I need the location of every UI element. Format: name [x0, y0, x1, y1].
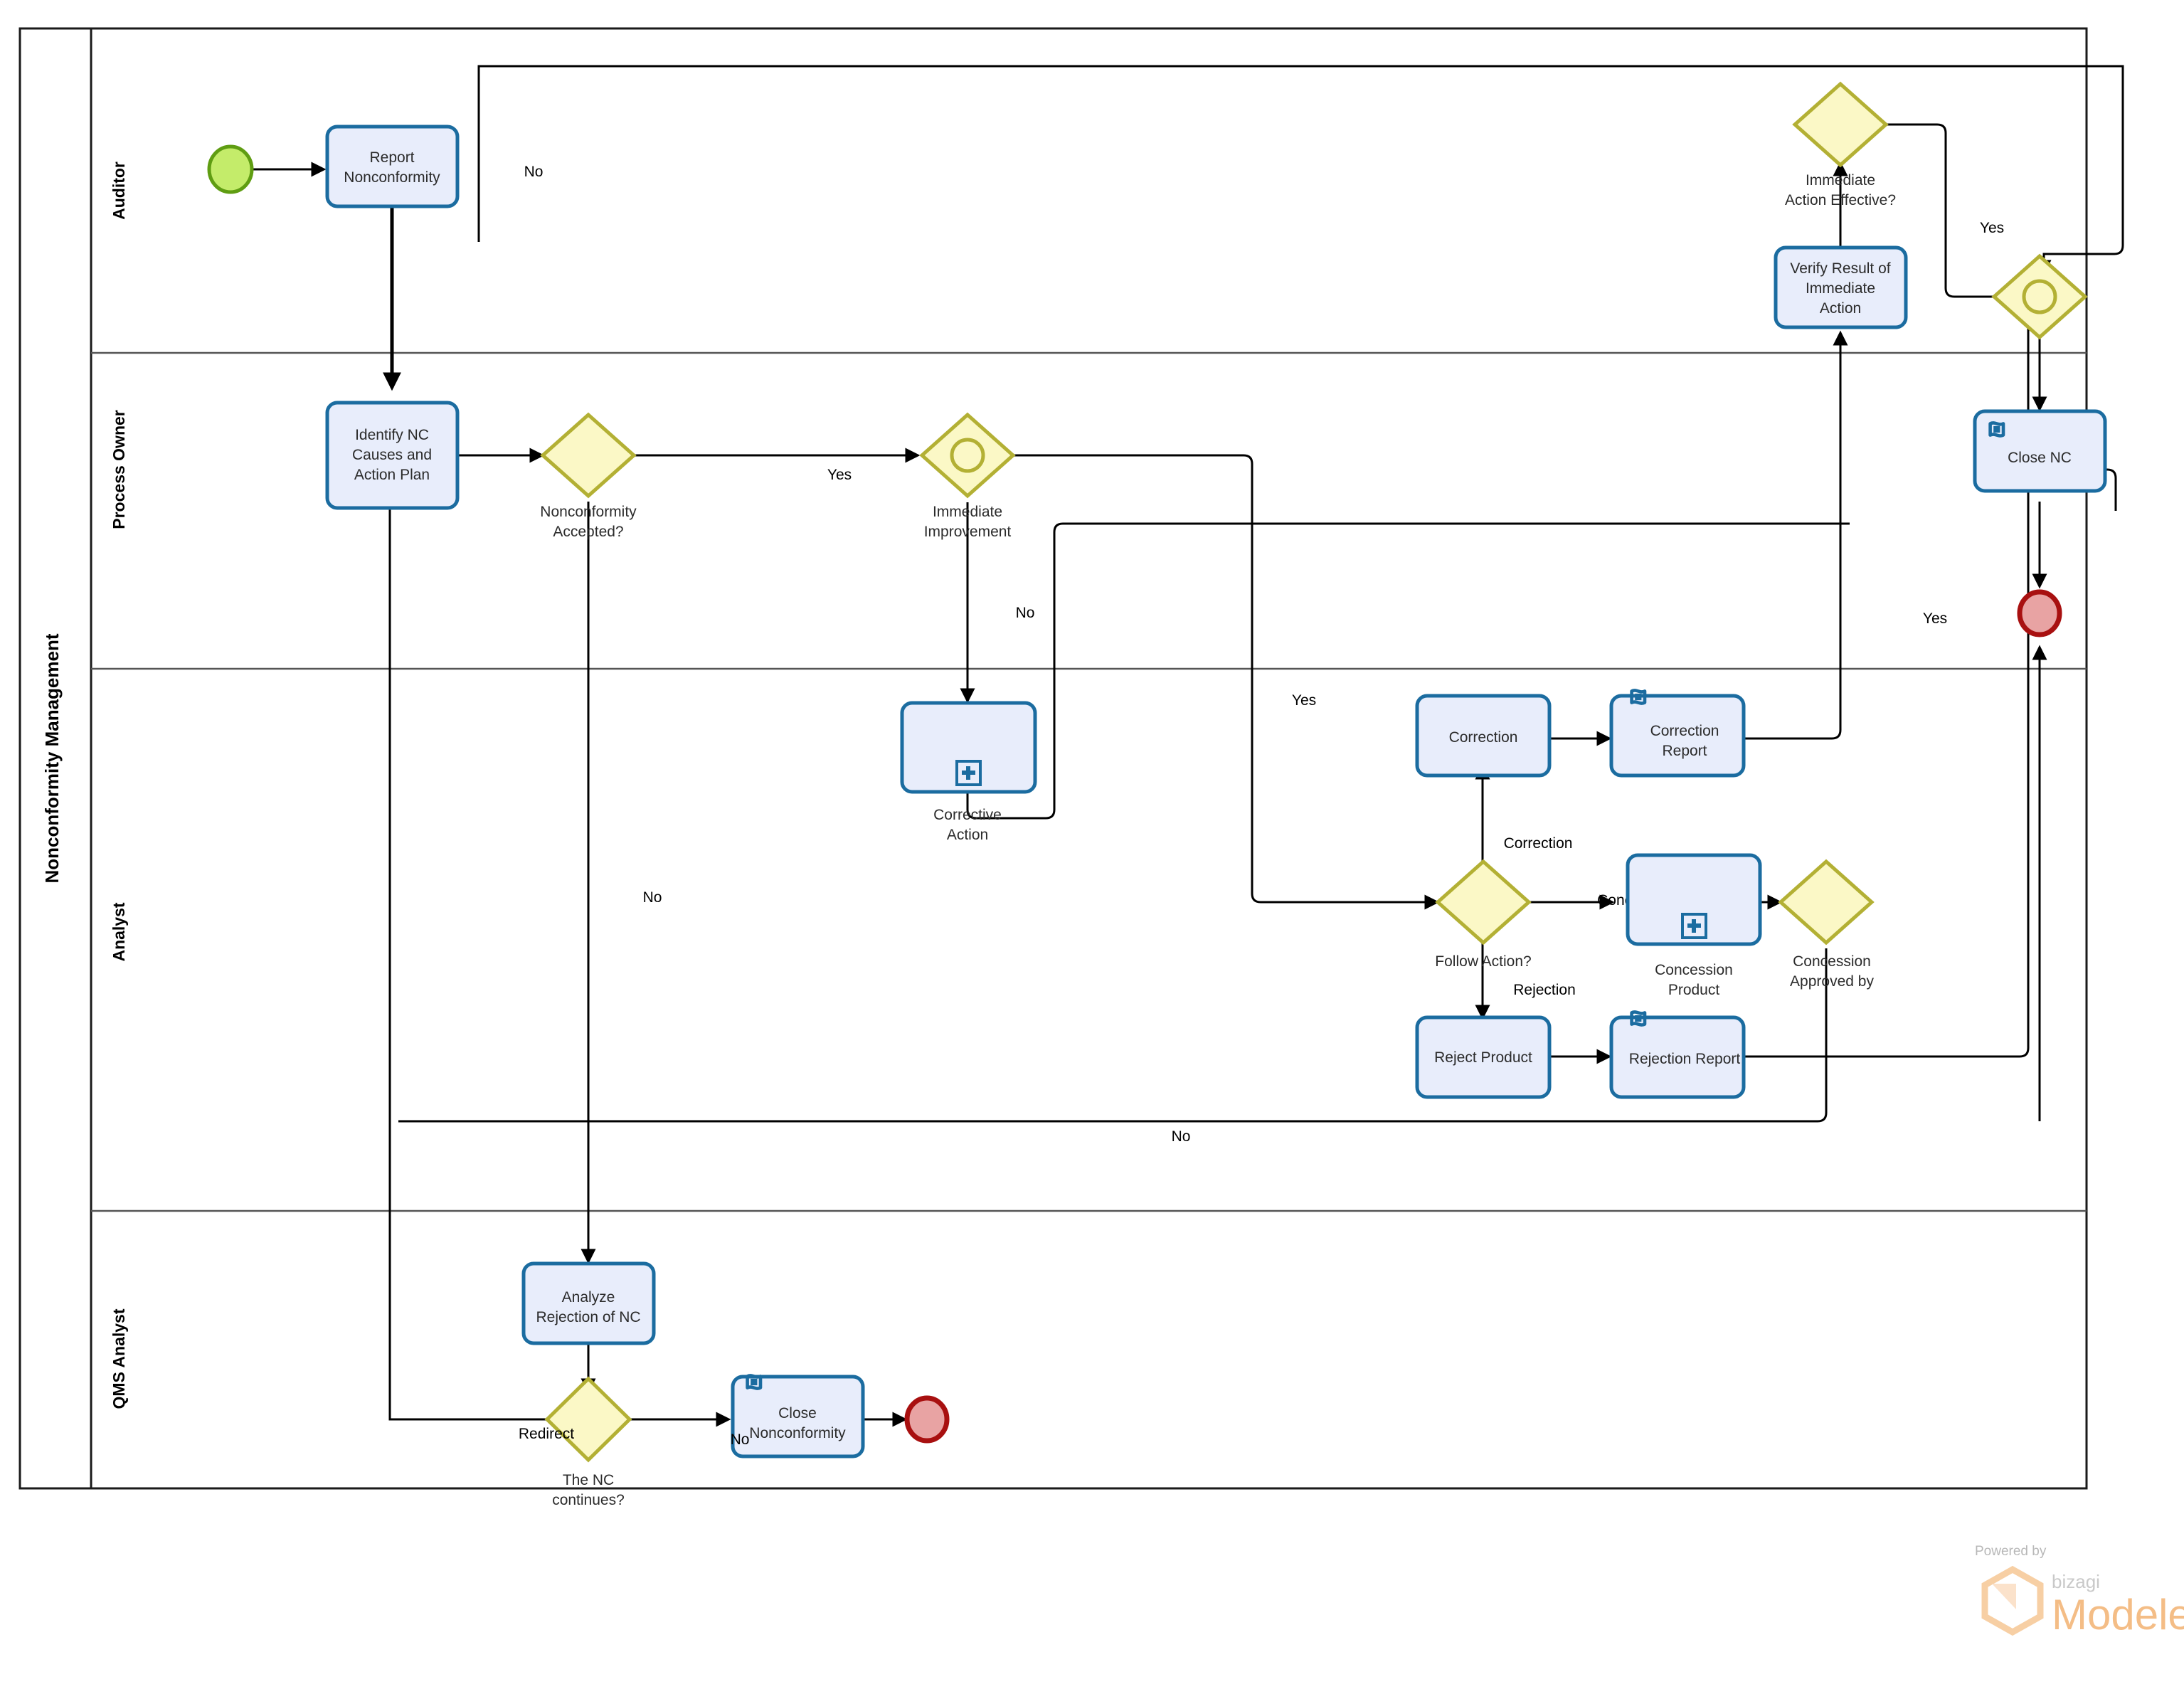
flow-label-yes-end: Yes	[1923, 610, 1947, 627]
flow-label-rejection: Rejection	[1513, 982, 1576, 998]
end-event-circle-qms[interactable]	[904, 1395, 950, 1444]
flow-label-no-nonconformity-accepted: No	[643, 889, 662, 906]
task-reject-product-label: Reject Product	[1434, 1049, 1532, 1066]
bizagi-branding: Powered by bizagi Modeler	[1975, 1544, 2184, 1638]
task-identify-nc-line1: Identify NC	[355, 427, 429, 443]
gateway-concession-approved-line1: Concession	[1793, 953, 1871, 970]
task-correction-report[interactable]: Correction Report	[1609, 689, 1746, 778]
gateway-concession-approved-diamond[interactable]	[1778, 859, 1875, 946]
gateway-immediate-action-effective-line1: Immediate	[1806, 172, 1875, 189]
subprocess-concession-product-line1: Concession	[1655, 962, 1733, 978]
gateway-the-nc-continues-diamond[interactable]	[544, 1376, 632, 1463]
flow-no-loop-top	[477, 65, 1845, 242]
lane-label-analyst: Analyst	[110, 902, 128, 961]
subprocess-corrective-action-line1: Corrective	[933, 807, 1002, 823]
end-event-nonconformity-closed[interactable]	[904, 1395, 950, 1444]
subprocess-corrective-action-line2: Action	[947, 827, 988, 843]
subprocess-plus-marker-concession	[1681, 913, 1707, 939]
task-analyze-rejection-line2: Rejection of NC	[536, 1309, 640, 1325]
gateway-immediate-action-effective-diamond[interactable]	[1792, 81, 1889, 168]
flow-immediate-improvement-yes	[1013, 454, 1440, 910]
flow-label-no-auditor: No	[524, 164, 544, 180]
flow-label-correction: Correction	[1504, 835, 1573, 852]
task-verify-result-line1: Verify Result of	[1790, 260, 1890, 277]
task-reject-product[interactable]: Reject Product	[1415, 1015, 1552, 1099]
end-event-process-closed[interactable]	[2017, 589, 2062, 637]
gateway-follow-action-label: Follow Action?	[1435, 953, 1531, 970]
task-correction-report-line1: Correction	[1650, 723, 1719, 739]
gateway-immediate-action-effective-line2: Action Effective?	[1785, 192, 1896, 208]
subprocess-concession-product[interactable]: Concession Product	[1626, 853, 1762, 998]
task-verify-result-line3: Action	[1820, 300, 1861, 317]
flow-no-loop-into-merge	[1845, 65, 2124, 275]
flow-label-no-nc-continues: No	[731, 1431, 750, 1448]
task-report-nonconformity-line2: Nonconformity	[344, 169, 440, 186]
gateway-the-nc-continues-line1: The NC	[563, 1472, 614, 1488]
task-correction-label: Correction	[1449, 729, 1518, 746]
task-close-nonconformity[interactable]: Close Nonconformity	[731, 1374, 865, 1458]
start-event-nonconformity-detected[interactable]	[207, 144, 254, 194]
task-verify-result-line2: Immediate	[1806, 280, 1875, 297]
bpmn-svg: Nonconformity Management Auditor Process…	[18, 27, 2184, 1638]
task-close-nonconformity-line1: Close	[778, 1405, 817, 1421]
gateway-nonconformity-accepted-line1: Nonconformity	[540, 504, 637, 520]
bpmn-diagram-canvas: Nonconformity Management Auditor Process…	[0, 0, 2184, 1689]
task-report-nonconformity-line1: Report	[369, 149, 414, 166]
task-identify-nc-causes[interactable]: Identify NC Causes and Action Plan	[325, 401, 460, 510]
lane-labels: Auditor Process Owner Analyst QMS Analys…	[110, 162, 128, 1409]
gateway-follow-action[interactable]: Follow Action?	[1435, 859, 1532, 970]
end-event-circle-right[interactable]	[2017, 589, 2062, 637]
gateway-immediate-improvement-line2: Improvement	[924, 524, 1012, 540]
subprocess-concession-product-line2: Product	[1668, 982, 1720, 998]
task-close-nc-label: Close NC	[2008, 450, 2072, 466]
task-analyze-rejection-of-nc[interactable]: Analyze Rejection of NC	[521, 1261, 656, 1345]
bizagi-hex-inner-shape	[1992, 1584, 2016, 1609]
lane-label-qms-analyst: QMS Analyst	[110, 1308, 128, 1409]
gateway-nonconformity-accepted-line2: Accepted?	[553, 524, 623, 540]
subprocess-plus-marker-corrective	[955, 760, 982, 786]
flow-label-redirect: Redirect	[519, 1426, 574, 1442]
task-identify-nc-line3: Action Plan	[354, 467, 430, 483]
task-report-nonconformity-rect[interactable]	[325, 125, 460, 208]
task-correction-report-line2: Report	[1662, 743, 1707, 759]
gateway-follow-action-diamond[interactable]	[1435, 859, 1532, 946]
task-close-nc[interactable]: Close NC	[1973, 409, 2107, 493]
branding-bizagi: bizagi	[2052, 1571, 2100, 1592]
gateway-concession-approved-line2: Approved by	[1790, 973, 1874, 990]
bizagi-hex-logo	[1981, 1565, 2044, 1636]
task-report-nonconformity[interactable]: Report Nonconformity	[325, 125, 460, 208]
gateway-concession-approved[interactable]: Concession Approved by	[1778, 859, 1875, 990]
gateway-the-nc-continues-line2: continues?	[552, 1492, 625, 1508]
pool-title: Nonconformity Management	[41, 633, 63, 883]
branding-powered-by: Powered by	[1975, 1544, 2047, 1559]
gateway-merge-auditor[interactable]	[1991, 253, 2088, 340]
start-event-circle[interactable]	[207, 144, 254, 194]
task-rejection-report[interactable]: Rejection Report	[1609, 1010, 1746, 1099]
flow-correction-report-out	[1732, 498, 1842, 740]
task-close-nonconformity-line2: Nonconformity	[749, 1425, 846, 1441]
subprocess-corrective-action[interactable]: Corrective Action	[900, 701, 1037, 843]
flow-label-yes-effective: Yes	[1980, 220, 2004, 236]
flow-label-yes-nc-accepted: Yes	[827, 467, 852, 483]
gateway-immediate-improvement-diamond[interactable]	[919, 412, 1016, 499]
lane-label-process-owner: Process Owner	[110, 410, 128, 529]
task-verify-result-immediate-action[interactable]: Verify Result of Immediate Action	[1774, 245, 1908, 329]
flow-label-no-analyst-bottom: No	[1172, 1128, 1191, 1145]
task-identify-nc-line2: Causes and	[352, 447, 432, 463]
task-rejection-report-label: Rejection Report	[1629, 1051, 1741, 1067]
branding-modeler: Modeler	[2052, 1591, 2184, 1638]
lane-label-auditor: Auditor	[110, 162, 128, 220]
gateway-merge-auditor-diamond[interactable]	[1991, 253, 2088, 340]
gateway-immediate-improvement-line1: Immediate	[933, 504, 1002, 520]
flow-label-yes-follow-action: Yes	[1292, 692, 1316, 709]
task-analyze-rejection-line1: Analyze	[562, 1289, 615, 1306]
task-correction[interactable]: Correction	[1415, 694, 1552, 778]
flow-label-no-immediate-improvement: No	[1016, 605, 1035, 621]
gateway-nonconformity-accepted-diamond[interactable]	[540, 412, 637, 499]
